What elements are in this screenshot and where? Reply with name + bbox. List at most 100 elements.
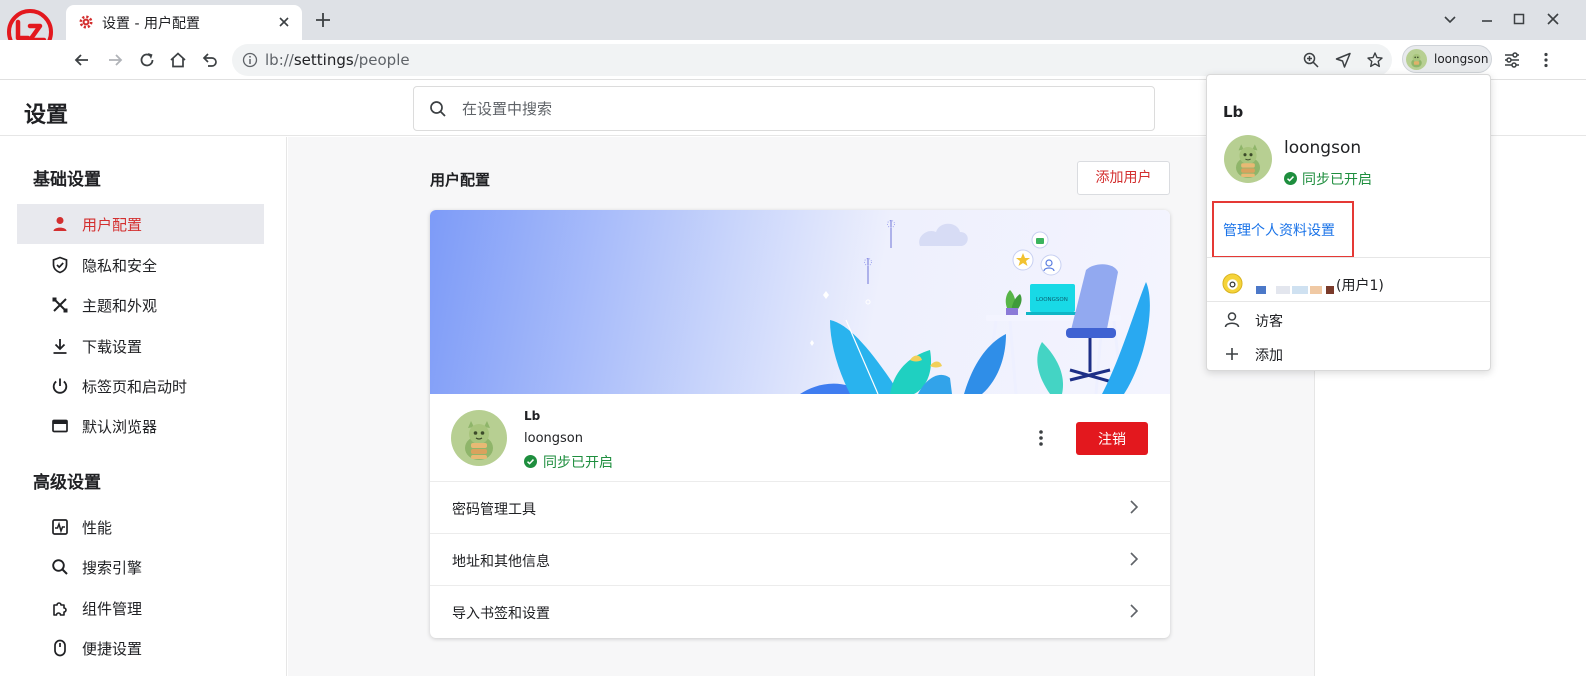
customize-icon[interactable] — [1502, 50, 1522, 70]
performance-icon — [52, 519, 68, 535]
sidebar-item-label: 标签页和启动时 — [82, 378, 188, 396]
sidebar-item-shortcuts[interactable]: 便捷设置 — [17, 628, 264, 668]
section-heading: 用户配置 — [430, 171, 491, 189]
sidebar-item-label: 默认浏览器 — [82, 418, 158, 436]
search-icon — [52, 559, 68, 575]
sidebar-item-extensions[interactable]: 组件管理 — [17, 588, 264, 628]
puzzle-icon — [53, 602, 67, 616]
row-label: 地址和其他信息 — [452, 554, 550, 570]
settings-search[interactable] — [413, 86, 1155, 131]
gear-icon — [79, 15, 93, 29]
undo-icon[interactable] — [200, 50, 220, 70]
person-outline-icon — [1224, 312, 1240, 328]
tab-title: 设置 - 用户配置 — [102, 16, 200, 32]
sidebar-item-privacy[interactable]: 隐私和安全 — [17, 245, 264, 285]
address-bar[interactable]: lb://settings/people — [232, 44, 1392, 76]
home-icon[interactable] — [168, 50, 188, 70]
sidebar-item-label: 便捷设置 — [82, 640, 143, 658]
sidebar-item-performance[interactable]: 性能 — [17, 507, 264, 547]
reload-icon[interactable] — [137, 50, 157, 70]
profile-chip-name: loongson — [1434, 52, 1489, 66]
sidebar-item-startup[interactable]: 标签页和启动时 — [17, 366, 264, 406]
blurred-text — [1326, 286, 1334, 294]
avatar — [1224, 135, 1272, 183]
menu-dots-icon[interactable] — [1536, 50, 1556, 70]
popup-profile-email: loongson — [1284, 138, 1362, 158]
more-vert-icon[interactable] — [1031, 427, 1051, 449]
new-tab-icon[interactable] — [314, 11, 332, 29]
main-content: 用户配置 添加用户 LOONGSON Lb loongson 同步已开启 注销 … — [288, 137, 1314, 676]
row-label: 导入书签和设置 — [452, 606, 550, 622]
blurred-text — [1276, 286, 1290, 294]
bookmark-star-icon[interactable] — [1366, 51, 1384, 69]
person-icon — [53, 217, 67, 231]
blurred-text — [1256, 286, 1266, 294]
other-profile-item[interactable]: (用户1) — [1222, 273, 1482, 295]
back-icon[interactable] — [72, 50, 92, 70]
download-icon — [53, 339, 67, 354]
check-circle-icon — [524, 455, 537, 468]
blurred-text — [1310, 286, 1322, 294]
divider — [1207, 257, 1490, 258]
profile-email: loongson — [524, 431, 583, 446]
banner-illustration: LOONGSON — [800, 220, 1150, 394]
sidebar-item-label: 组件管理 — [82, 600, 143, 618]
sidebar-item-label: 隐私和安全 — [82, 257, 158, 275]
send-icon[interactable] — [1334, 51, 1352, 69]
search-icon — [430, 101, 446, 117]
maximize-icon[interactable] — [1511, 11, 1527, 27]
row-import-bookmarks[interactable]: 导入书签和设置 — [430, 586, 1170, 638]
manage-profile-link[interactable]: 管理个人资料设置 — [1223, 220, 1335, 240]
power-icon — [52, 378, 68, 394]
profile-chip[interactable]: loongson — [1402, 45, 1492, 73]
guest-item[interactable]: 访客 — [1223, 309, 1463, 331]
blurred-text — [1292, 286, 1308, 294]
section-title-advanced: 高级设置 — [33, 473, 101, 493]
sidebar: 基础设置 用户配置 隐私和安全 主题和外观 下载设置 标签页和启动时 默认浏览器… — [0, 137, 287, 676]
browser-icon — [52, 419, 68, 433]
sidebar-item-people[interactable]: 用户配置 — [17, 204, 264, 244]
info-icon[interactable] — [242, 52, 258, 68]
chevron-right-icon — [1130, 604, 1139, 618]
forward-icon[interactable] — [105, 50, 125, 70]
sidebar-item-downloads[interactable]: 下载设置 — [17, 326, 264, 366]
sidebar-item-default-browser[interactable]: 默认浏览器 — [17, 406, 264, 446]
plus-icon — [1226, 348, 1238, 360]
sidebar-item-label: 搜索引擎 — [82, 559, 143, 577]
sidebar-item-appearance[interactable]: 主题和外观 — [17, 285, 264, 325]
profile-name: Lb — [524, 409, 541, 423]
add-user-button[interactable]: 添加用户 — [1077, 161, 1170, 195]
profile-popup: Lb loongson 同步已开启 管理个人资料设置 (用户1) 访客 添加 — [1206, 74, 1491, 371]
sync-status-text: 同步已开启 — [543, 455, 613, 471]
add-profile-label: 添加 — [1255, 348, 1283, 364]
url-path: /people — [353, 51, 410, 69]
logout-button[interactable]: 注销 — [1076, 422, 1148, 455]
divider — [1207, 301, 1490, 302]
url-text[interactable]: lb://settings/people — [265, 51, 410, 69]
row-addresses[interactable]: 地址和其他信息 — [430, 534, 1170, 586]
row-password-manager[interactable]: 密码管理工具 — [430, 482, 1170, 534]
window-close-icon[interactable] — [1545, 11, 1561, 27]
zoom-icon[interactable] — [1302, 51, 1320, 69]
chevron-down-icon[interactable] — [1442, 11, 1458, 27]
avatar — [1222, 273, 1243, 294]
profile-row: Lb loongson 同步已开启 注销 — [430, 394, 1170, 482]
tab-strip: 设置 - 用户配置 — [0, 0, 1586, 55]
shield-icon — [52, 256, 68, 274]
sidebar-item-search-engine[interactable]: 搜索引擎 — [17, 547, 264, 587]
avatar — [451, 410, 507, 466]
popup-profile-name: Lb — [1223, 103, 1244, 121]
url-host: settings — [293, 51, 354, 69]
profile-banner: LOONGSON — [430, 210, 1170, 394]
close-icon[interactable] — [276, 14, 292, 30]
guest-label: 访客 — [1255, 314, 1283, 330]
search-input[interactable] — [462, 97, 1122, 121]
tab-settings[interactable]: 设置 - 用户配置 — [66, 5, 302, 40]
add-profile-item[interactable]: 添加 — [1223, 343, 1463, 365]
row-label: 密码管理工具 — [452, 502, 536, 518]
chevron-right-icon — [1130, 552, 1139, 566]
minimize-icon[interactable] — [1479, 11, 1495, 27]
popup-sync-text: 同步已开启 — [1302, 172, 1372, 188]
sync-status: 同步已开启 — [524, 452, 613, 472]
theme-icon — [52, 297, 68, 313]
